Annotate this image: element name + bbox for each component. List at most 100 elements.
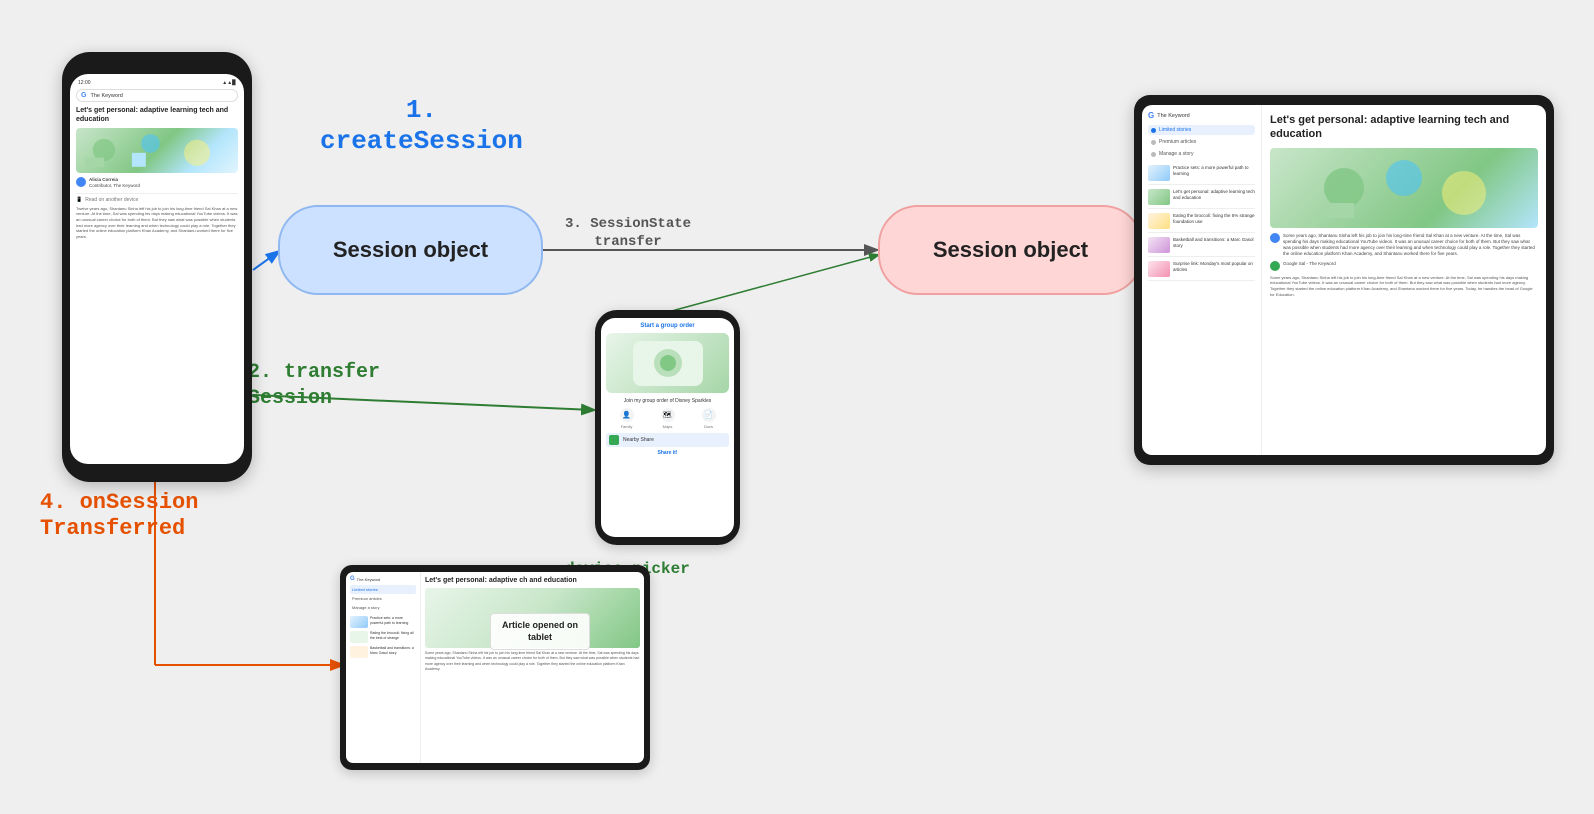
read-on-device[interactable]: 📱 Read on another device [76,193,238,203]
article-preview-3[interactable]: Eating the broccoli: fixing the 5% stran… [1148,213,1255,233]
commenter-title: Contributor, The Keyword [89,183,140,189]
article-title-phone: Let's get personal: adaptive learning te… [76,106,238,124]
tb-google-g: G [350,576,355,582]
preview-text-2: Let's get personal: adaptive learning te… [1173,189,1255,205]
chip-label-2: Maps [663,424,673,429]
google-g-icon: G [81,92,86,99]
commenter-info: Alicia Correia Contributor, The Keyword [89,177,140,189]
preview-text-1: Practice sets: a more powerful path to l… [1173,165,1255,181]
label-on-session-transferred: 4. onSession Transferred [40,490,198,543]
tablet-right: G The Keyword Limited stories Premium ar… [1134,95,1554,465]
tb-nav-3[interactable]: Manage a story [350,603,416,612]
preview-img-4 [1148,237,1170,253]
tc-text-1: Some years ago, Shantanu Sinha left his … [1283,233,1538,258]
tb-article-1: Practice sets: a more powerful path to l… [350,616,416,628]
google-search-bar[interactable]: G The Keyword [76,89,238,102]
device-icon-1 [609,435,619,445]
device-icon-small: 📱 [76,197,82,203]
tablet-comment-2: Google Sal - The Keyword [1270,261,1538,271]
tablet-logo: G The Keyword [1148,111,1255,120]
nav-item-premium[interactable]: Premium articles [1148,137,1255,147]
article-preview-1[interactable]: Practice sets: a more powerful path to l… [1148,165,1255,185]
session-object-right: Session object [878,205,1143,295]
tablet-main-image [1270,148,1538,228]
device-chip-3[interactable]: 📄 Docs [702,408,716,429]
tc-avatar-1 [1270,233,1280,243]
preview-text-5: Surprise link: Monday's most popular on … [1173,261,1255,277]
tb-nav-2[interactable]: Premium articles [350,594,416,603]
status-bar: 12:00 ▲▲▉ [76,80,238,86]
device-chip-2[interactable]: 🗺 Maps [661,408,675,429]
chip-label-1: Family [621,424,633,429]
tc-avatar-2 [1270,261,1280,271]
device-row: 👤 Family 🗺 Maps 📄 Docs [606,408,729,429]
tb-nav-1[interactable]: Limited stories [350,585,416,594]
nav-item-manage[interactable]: Manage a story [1148,149,1255,159]
nearby-share-image [606,333,729,393]
chip-icon-1: 👤 [620,408,634,422]
tb-art-img-2 [350,631,368,643]
tablet-bottom-frame: G The Keyword Limited stories Premium ar… [340,565,650,770]
session-object-left: Session object [278,205,543,295]
phone-notch [127,62,187,70]
nav-dot [1151,140,1156,145]
tablet-article-list: Practice sets: a more powerful path to l… [1148,165,1255,281]
status-icons: ▲▲▉ [222,80,236,86]
tablet-right-frame: G The Keyword Limited stories Premium ar… [1134,95,1554,465]
share-button[interactable]: Share it! [606,450,729,456]
tablet-main-content: Let's get personal: adaptive learning te… [1262,105,1546,455]
nav-dot [1151,128,1156,133]
chip-label-3: Docs [704,424,713,429]
diagram-container: 1. createSession Session object 3. Sessi… [0,0,1594,814]
tb-site-name: The Keyword [357,577,381,582]
article-footer-text: Some years ago, Shantanu Sinha left his … [1270,275,1538,297]
tb-logo: G The Keyword [350,576,416,582]
tablet-comment-1: Some years ago, Shantanu Sinha left his … [1270,233,1538,258]
google-bar-text: The Keyword [90,93,122,99]
phone-left-frame: 12:00 ▲▲▉ G The Keyword Let's get person… [62,52,252,482]
commenter-avatar [76,177,86,187]
tb-article-3: Basketball and transitions: a Marc Gasol… [350,646,416,658]
preview-img-2 [1148,189,1170,205]
phone-left: 12:00 ▲▲▉ G The Keyword Let's get person… [62,52,252,482]
tc-text-2: Google Sal - The Keyword [1283,261,1336,271]
tablet-comment-section: Some years ago, Shantanu Sinha left his … [1270,233,1538,298]
tablet-bottom-screen: G The Keyword Limited stories Premium ar… [346,572,644,763]
label-transfer-session: 2. transfer Session [248,360,380,412]
preview-img-3 [1148,213,1170,229]
article-preview-2[interactable]: Let's get personal: adaptive learning te… [1148,189,1255,209]
tb-main-image: Article opened on tablet [425,588,640,648]
device-list-item-1[interactable]: Nearby Share [606,433,729,447]
nearby-share-header: Start a group order [606,323,729,329]
preview-text-4: Basketball and transitions: a Marc Gasol… [1173,237,1255,253]
phone-center-screen: Start a group order Join my group order … [601,318,734,537]
phone-center-frame: Start a group order Join my group order … [595,310,740,545]
tb-article-list: Practice sets: a more powerful path to l… [350,616,416,658]
tablet-site-name: The Keyword [1157,113,1189,119]
label-create-session: 1. createSession [320,95,523,157]
tablet-sidebar: G The Keyword Limited stories Premium ar… [1142,105,1262,455]
tb-art-text-1: Practice sets: a more powerful path to l… [370,616,416,628]
article-opened-label: Article opened on tablet [490,613,590,650]
tb-art-text-2: Rating the broccoli: fixing all the best… [370,631,416,643]
tb-main: Let's get personal: adaptive ch and educ… [421,572,644,763]
article-preview-5[interactable]: Surprise link: Monday's most popular on … [1148,261,1255,281]
phone-left-screen: 12:00 ▲▲▉ G The Keyword Let's get person… [70,74,244,464]
tb-art-img-1 [350,616,368,628]
article-image-phone [76,128,238,173]
preview-img-5 [1148,261,1170,277]
tb-main-text: Some years ago, Shantanu Sinha left his … [425,651,640,672]
tb-art-img-3 [350,646,368,658]
phone-comment: Alicia Correia Contributor, The Keyword [76,177,238,189]
label-session-state-transfer: 3. SessionState transfer [565,215,691,251]
nav-item-limited[interactable]: Limited stories [1148,125,1255,135]
tb-sidebar: G The Keyword Limited stories Premium ar… [346,572,421,763]
tb-art-text-3: Basketball and transitions: a Marc Gasol… [370,646,416,658]
chip-icon-3: 📄 [702,408,716,422]
tablet-google-g: G [1148,111,1154,120]
article-preview-4[interactable]: Basketball and transitions: a Marc Gasol… [1148,237,1255,257]
status-time: 12:00 [78,80,91,86]
step1-method: createSession [320,126,523,156]
device-chip-1[interactable]: 👤 Family [620,408,634,429]
nav-dot [1151,152,1156,157]
